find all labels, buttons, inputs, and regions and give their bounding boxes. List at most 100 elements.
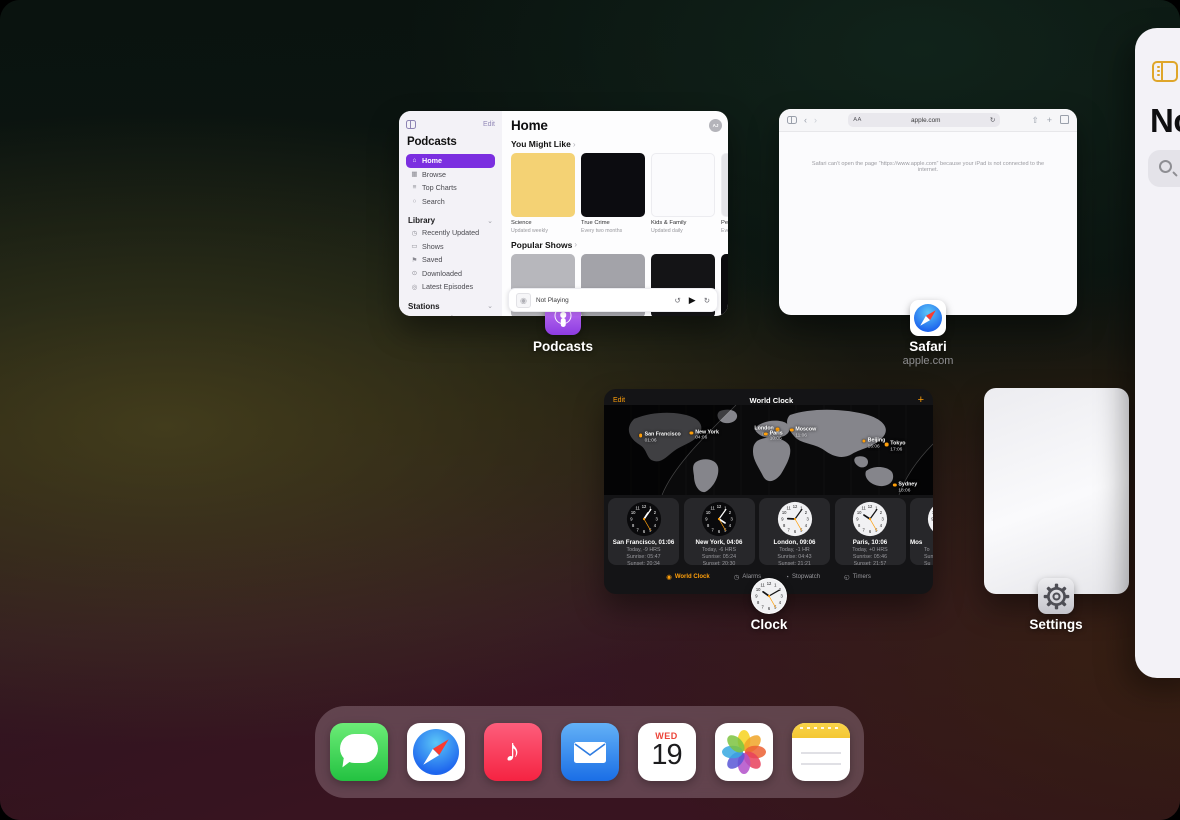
charts-icon: ≡	[412, 184, 417, 192]
notes-line	[800, 752, 841, 754]
edit-button: Edit	[613, 397, 626, 404]
dock-icon-safari[interactable]	[406, 723, 465, 781]
sidebar-item-new-station: + New Station	[406, 312, 495, 316]
sidebar-item-label: New Station	[422, 314, 461, 316]
show-card-kids-family: Kids & Family Updated daily	[651, 153, 715, 234]
map-city-beijing: Beijing 16:06	[862, 437, 886, 449]
show-card-perso: PersoEvery	[721, 153, 728, 234]
play-icon: ▶	[688, 294, 696, 305]
show-artwork	[511, 153, 575, 217]
map-city-time: 11:06	[795, 433, 807, 439]
map-city-time: 04:06	[695, 435, 708, 441]
podcasts-sidebar-sections: Library ⌄ ◷ Recently Updated ▭ Shows ⚑ Saved ⊙ Do…	[406, 215, 495, 316]
sidebar-section-library: Library ⌄ ◷ Recently Updated ▭ Shows ⚑ Saved ⊙ Do…	[406, 215, 495, 294]
podcast-artwork-placeholder: ◉	[516, 292, 531, 308]
section-popular-shows: Popular Shows ›	[511, 240, 728, 250]
app-card-safari[interactable]: ‹ › AA apple.com ↻ ⇧ + Safari can’t open…	[779, 109, 1077, 315]
map-city-name: Beijing	[867, 437, 886, 444]
podcasts-glyph-stem	[560, 318, 566, 327]
world-clock-tile-new-york-04-06: 123456789101112New York, 04:06Today, -6 …	[683, 498, 755, 565]
sidebar-item-label: Search	[422, 196, 445, 206]
map-city-label: Moscow 11:06	[795, 427, 816, 439]
sidebar-section-stations: Stations ⌄ + New Station	[406, 301, 495, 317]
world-clock-sunrise: Sunrise: 05:46	[852, 553, 888, 560]
show-title: Science	[511, 220, 532, 226]
dock-icon-notes[interactable]	[791, 723, 850, 781]
analog-clock: 123456789101112	[751, 578, 787, 614]
dock-icon-messages[interactable]	[329, 723, 388, 781]
search-input[interactable]	[1148, 150, 1180, 187]
compass-icon	[412, 729, 459, 775]
show-artwork	[721, 153, 728, 217]
app-card-clock[interactable]: Edit World Clock + San Francisco 01:06 N…	[604, 389, 933, 594]
map-city-label: Sydney 18:06	[898, 481, 917, 493]
refresh-icon: ↻	[989, 117, 996, 124]
chevron-right-icon: ›	[574, 240, 578, 249]
world-clock-sunrise: Sunrise: 04:43	[777, 553, 812, 560]
chevron-down-icon: ⌄	[487, 303, 493, 310]
svg-text:11: 11	[862, 506, 867, 511]
world-clock-city: Paris, 10:06	[852, 538, 888, 546]
analog-clock: 123456789101112	[626, 501, 661, 537]
notes-title: Notes	[1150, 102, 1180, 139]
show-title: True Crime	[581, 220, 610, 226]
envelope-icon	[573, 742, 606, 763]
sidebar-item-label: Home	[422, 156, 442, 166]
show-subtitle: Every	[721, 227, 728, 234]
clock-card-label: Clock	[750, 617, 788, 632]
map-city-label: New York 04:06	[695, 429, 719, 441]
new-tab-icon: +	[1046, 115, 1052, 125]
svg-text:11: 11	[635, 506, 640, 511]
gear-icon	[1043, 583, 1069, 609]
svg-text:12: 12	[868, 504, 873, 509]
edit-button: Edit	[482, 121, 495, 128]
analog-clock: 123456789101112	[852, 501, 888, 537]
compass-needle	[420, 736, 452, 768]
clock-app-icon[interactable]: 123456789101112	[751, 578, 787, 614]
sidebar-item-label: Recently Updated	[422, 228, 480, 238]
browse-icon: ▦	[411, 171, 418, 179]
search-icon: ○	[412, 197, 417, 205]
show-artwork	[721, 253, 728, 316]
speech-bubble-tail	[341, 758, 353, 769]
sidebar-item-label: Top Charts	[422, 183, 457, 193]
dock-icon-calendar[interactable]: WED 19	[637, 723, 696, 781]
share-icon: ⇧	[1031, 114, 1039, 125]
photos-flower-icon	[721, 730, 766, 774]
world-clock-city: New York, 04:06	[695, 538, 743, 546]
world-clock-city: London, 09:06	[773, 538, 816, 546]
now-playing-label: Not Playing	[536, 296, 569, 304]
settings-app-icon[interactable]	[1038, 578, 1074, 614]
safari-app-icon[interactable]	[910, 300, 946, 336]
svg-text:12: 12	[767, 581, 772, 586]
podcasts-main: Home AJ You Might Like › Science Updated …	[502, 111, 728, 316]
map-city-time: 16:06	[867, 443, 880, 449]
search-icon	[1159, 160, 1172, 173]
world-clock-sunrise: Sunrise: 05:47	[626, 553, 661, 560]
forward-icon: ›	[814, 114, 817, 125]
svg-text:11: 11	[711, 506, 716, 511]
svg-text:10: 10	[756, 587, 761, 592]
app-card-podcasts[interactable]: Edit Podcasts ⌂ Home ▦ Browse ≡ Top Charts ○ Se…	[399, 111, 728, 316]
svg-text:12: 12	[641, 504, 646, 509]
dock-icon-music[interactable]: ♪	[483, 723, 542, 781]
tab-world-clock: ◉ World Clock	[666, 573, 710, 581]
app-card-settings[interactable]	[984, 388, 1129, 594]
rewind-icon: ↺	[674, 295, 681, 305]
dock-icon-mail[interactable]	[560, 723, 619, 781]
map-city-time: 01:06	[644, 438, 657, 444]
section-title: Popular Shows	[511, 239, 573, 250]
dock: ♪ WED 19	[315, 706, 864, 798]
world-clock-today: Today, -1 HR	[779, 546, 810, 553]
sidebar-item-label: Saved	[422, 255, 443, 265]
sidebar-section-header: Stations ⌄	[406, 301, 495, 312]
app-card-notes[interactable]: Notes	[1135, 28, 1180, 678]
dock-icon-photos[interactable]	[714, 723, 773, 781]
world-clock-today: To	[924, 546, 930, 553]
sidebar-item-shows: ▭ Shows	[406, 240, 495, 254]
map-city-dot	[884, 442, 889, 447]
map-city-name: Tokyo	[890, 440, 906, 447]
recent-icon: ◷	[411, 229, 418, 237]
latest-icon: ◎	[411, 283, 418, 291]
tab-label: Stopwatch	[792, 574, 821, 580]
